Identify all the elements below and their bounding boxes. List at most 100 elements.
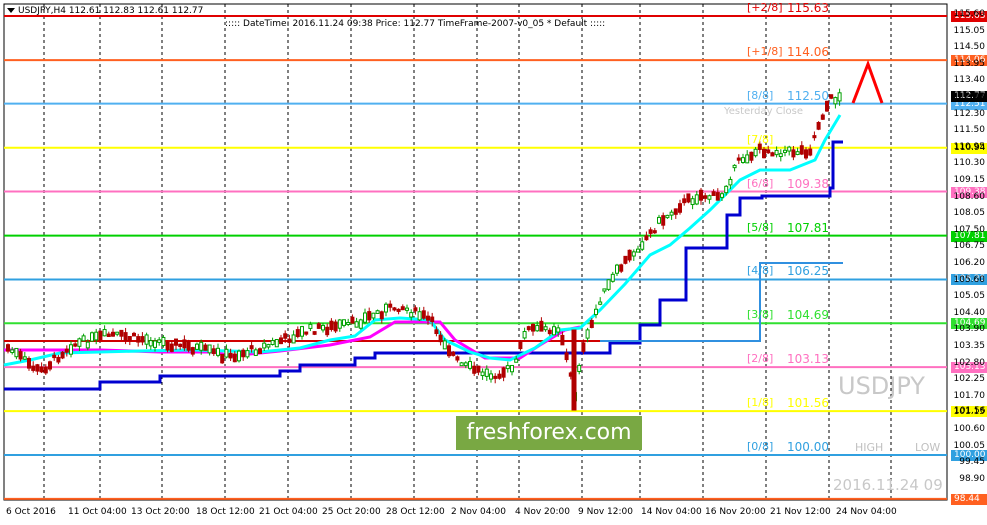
candle-body (325, 326, 330, 336)
candle-body (346, 321, 351, 325)
candle-body (371, 312, 376, 319)
candle-body (640, 241, 645, 250)
candle-body (455, 356, 460, 361)
timestamp-watermark: 2016.11.24 09 (833, 476, 943, 494)
candle-body (501, 367, 506, 378)
time-axis-label: 14 Nov 04:00 (641, 507, 702, 517)
candle-body (816, 122, 821, 130)
candle-body (560, 334, 565, 346)
candle-body (237, 350, 241, 362)
candle-body (379, 311, 384, 320)
candle-body (22, 356, 27, 360)
candle-body (274, 338, 279, 348)
chart-window[interactable]: USDJPY,H4 112.61 112.83 112.61 112.77 ::… (0, 0, 987, 525)
murrey-level-label: [4/8] (747, 264, 774, 278)
candle-body (337, 319, 342, 329)
time-axis-label: 18 Oct 12:00 (196, 507, 255, 517)
candle-body (585, 329, 590, 339)
candle-body (220, 353, 225, 364)
candle-body (720, 193, 724, 198)
candle-body (442, 340, 447, 350)
price-axis-label: 115.05 (953, 25, 986, 36)
candle-body (837, 92, 842, 102)
candle-body (190, 347, 195, 355)
candle-body (413, 307, 418, 312)
candle-body (60, 351, 65, 359)
candle-body (489, 373, 493, 380)
low-label: LOW (915, 441, 941, 454)
time-axis-label: 21 Oct 04:00 (259, 507, 318, 517)
candle-body (157, 339, 162, 343)
candle-body (174, 338, 178, 346)
murrey-level-label: [7/8] (747, 132, 774, 146)
candle-body (804, 149, 808, 159)
candle-body (358, 319, 363, 329)
candle-body (52, 354, 57, 359)
candle-body (400, 306, 405, 311)
candle-body (342, 319, 346, 326)
candle-body (405, 307, 409, 311)
murrey-level-value: 100.00 (787, 440, 829, 454)
up-arrow-icon (851, 59, 884, 104)
candle-body (111, 331, 115, 337)
murrey-level-label: [3/8] (747, 308, 774, 322)
candle-body (199, 341, 204, 351)
murrey-level-value: 104.69 (787, 308, 829, 323)
candle-body (451, 351, 456, 356)
candle-body (258, 348, 262, 354)
price-axis-label: 115.60 (953, 9, 986, 19)
candle-body (577, 364, 582, 372)
freshforex-logo: freshforex.com (456, 416, 642, 450)
candle-body (610, 273, 615, 282)
murrey-level-label: [+1/8] (747, 45, 783, 59)
candle-body (678, 203, 682, 213)
candle-body (615, 264, 619, 274)
candle-body (195, 343, 199, 350)
candle-body (14, 347, 19, 358)
candle-body (539, 320, 544, 332)
dropdown-arrow-icon[interactable] (7, 8, 15, 13)
candle-body (766, 149, 771, 154)
candle-body (703, 195, 708, 199)
candle-body (493, 375, 498, 379)
candle-body (169, 343, 174, 352)
candle-body (627, 249, 632, 261)
candle-body (535, 325, 540, 332)
candle-body (182, 339, 187, 349)
murrey-level-value: 103.13 (787, 352, 829, 367)
candle-body (48, 361, 52, 370)
candle-body (207, 344, 212, 354)
candle-body (211, 348, 216, 355)
time-axis-label: 6 Oct 2016 (6, 507, 56, 517)
candle-body (547, 329, 552, 335)
candle-body (472, 365, 477, 374)
candle-body (39, 366, 44, 373)
candle-body (606, 279, 611, 290)
symbol-watermark: USDJPY (838, 372, 925, 400)
murrey-level-label: [1/8] (747, 396, 774, 410)
candle-body (363, 312, 367, 323)
candle-body (148, 340, 153, 347)
candle-body (165, 341, 170, 351)
candle-body (64, 348, 69, 353)
candle-body (90, 332, 94, 342)
candle-body (682, 198, 687, 204)
price-axis-label: 114.50 (953, 42, 986, 53)
price-axis-label: 108.05 (953, 208, 986, 219)
candle-body (543, 326, 548, 331)
candle-body (770, 152, 775, 157)
murrey-level-value: 101.56 (787, 396, 829, 411)
candle-body (31, 365, 36, 371)
price-axis-label: 107.50 (953, 224, 986, 235)
time-axis-label: 24 Nov 04:00 (836, 507, 897, 517)
price-axis-label: 110.30 (953, 158, 986, 169)
candle-body (556, 327, 561, 333)
candle-body (153, 340, 157, 348)
candle-body (497, 373, 502, 379)
murrey-level-value: 107.81 (787, 220, 829, 235)
candle-body (715, 192, 720, 201)
candle-body (421, 310, 426, 319)
price-level-tag: 98.44 (951, 493, 987, 505)
candle-body (333, 321, 338, 332)
candle-body (300, 326, 304, 337)
